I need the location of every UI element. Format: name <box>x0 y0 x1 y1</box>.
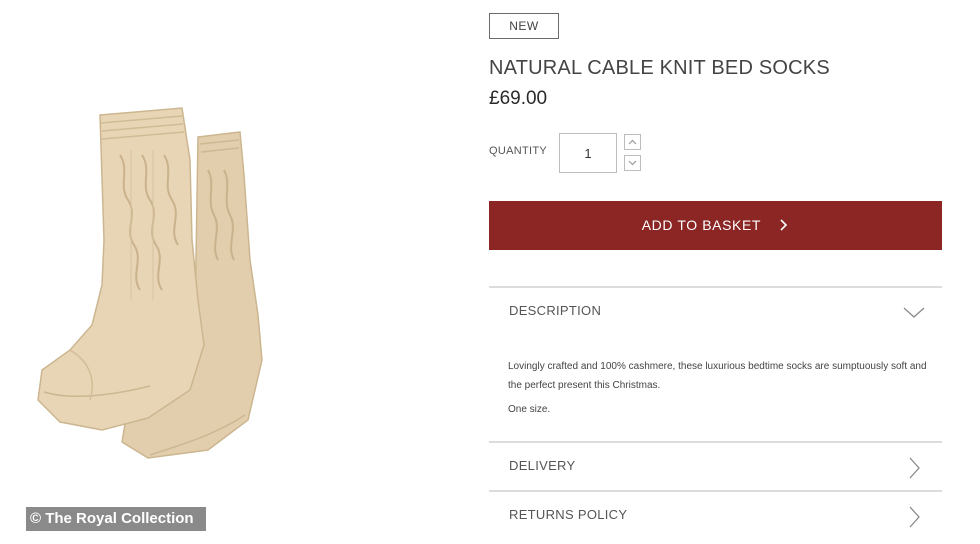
add-to-basket-label: ADD TO BASKET <box>641 217 761 233</box>
quantity-input[interactable] <box>559 133 617 173</box>
accordion-description[interactable]: DESCRIPTION <box>489 288 942 332</box>
product-title: NATURAL CABLE KNIT BED SOCKS <box>489 57 830 79</box>
new-badge: NEW <box>489 13 559 39</box>
chevron-down-icon[interactable] <box>903 307 925 319</box>
accordion-delivery[interactable]: DELIVERY <box>489 443 942 490</box>
product-image-socks <box>37 107 263 459</box>
chevron-right-icon[interactable] <box>909 506 921 528</box>
product-image-area: © The Royal Collection <box>0 0 470 544</box>
delivery-heading: DELIVERY <box>509 458 576 473</box>
chevron-right-icon[interactable] <box>909 457 921 479</box>
add-to-basket-button[interactable]: ADD TO BASKET <box>489 201 942 250</box>
description-text: Lovingly crafted and 100% cashmere, thes… <box>508 361 927 391</box>
chevron-up-icon <box>628 139 637 145</box>
description-heading: DESCRIPTION <box>509 303 602 318</box>
returns-heading: RETURNS POLICY <box>509 507 628 522</box>
chevron-right-icon <box>780 219 788 231</box>
product-details: NEW NATURAL CABLE KNIT BED SOCKS £69.00 … <box>489 0 942 544</box>
quantity-increase-button[interactable] <box>624 134 641 150</box>
chevron-down-icon <box>628 160 637 166</box>
description-size: One size. <box>508 404 551 415</box>
accordion-returns[interactable]: RETURNS POLICY <box>489 492 942 542</box>
product-price: £69.00 <box>489 88 548 109</box>
quantity-decrease-button[interactable] <box>624 155 641 171</box>
quantity-label: QUANTITY <box>489 145 548 157</box>
image-credit: © The Royal Collection <box>26 507 206 531</box>
